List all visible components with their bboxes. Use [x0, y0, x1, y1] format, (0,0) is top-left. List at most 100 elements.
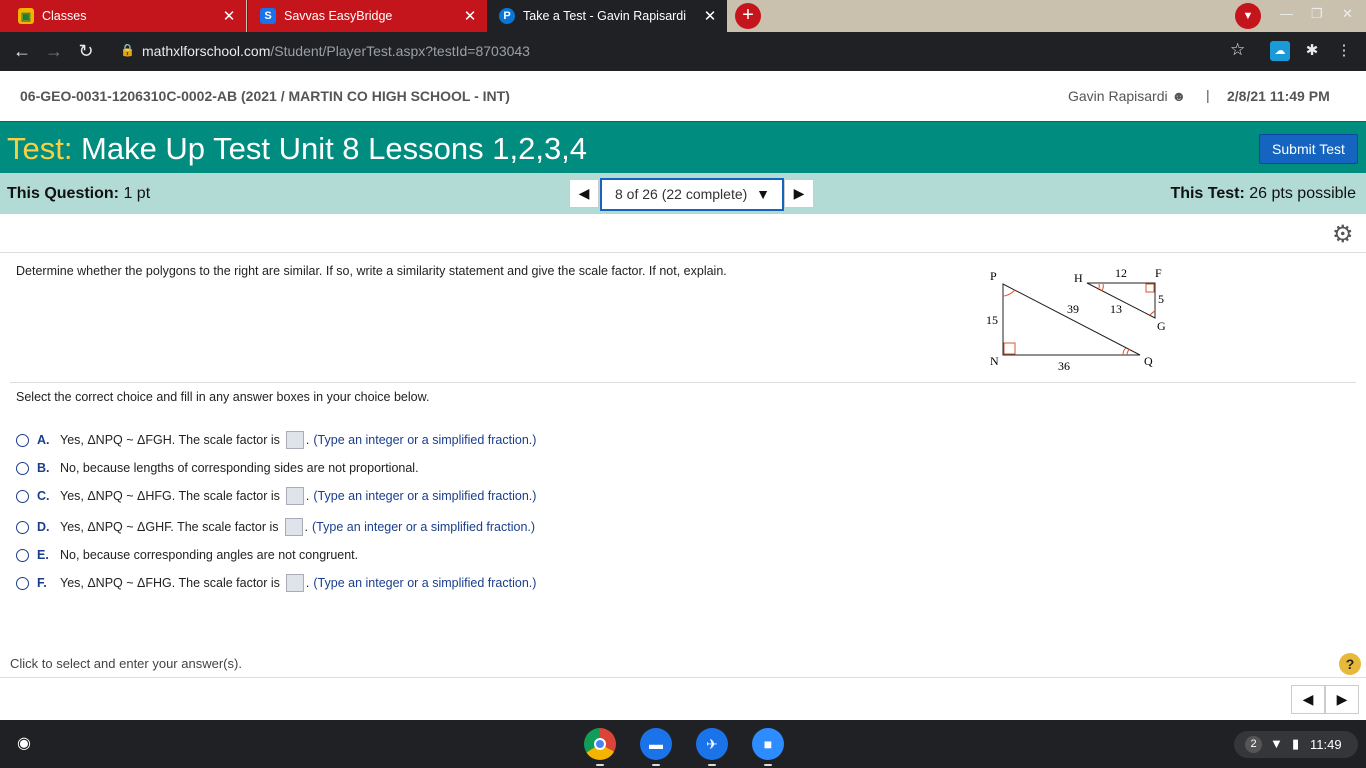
gear-icon[interactable]: ⚙	[1332, 220, 1354, 249]
close-icon[interactable]: ✕	[459, 7, 481, 25]
status-tray[interactable]: 2 ▼ ▮ 11:49	[1234, 731, 1358, 758]
tab-classes[interactable]: ▣ Classes ✕	[0, 0, 246, 32]
answer-box[interactable]	[285, 487, 304, 505]
pearson-icon: P	[499, 8, 515, 24]
app-icon[interactable]: ✈	[696, 728, 728, 760]
choice-d[interactable]: D. Yes, ΔNPQ ~ ΔGHF. The scale factor is…	[16, 516, 535, 538]
caret-down-icon: ▼	[756, 186, 770, 202]
cloud-extension-icon[interactable]: ☁	[1270, 41, 1290, 61]
choice-letter: F.	[37, 576, 47, 590]
choice-a[interactable]: A. Yes, ΔNPQ ~ ΔFGH. The scale factor is…	[16, 429, 536, 451]
new-tab-button[interactable]: +	[735, 3, 761, 29]
choice-f[interactable]: F. Yes, ΔNPQ ~ ΔFHG. The scale factor is…	[16, 572, 536, 594]
current-datetime: 2/8/21 11:49 PM	[1227, 88, 1330, 104]
submit-test-button[interactable]: Submit Test	[1259, 134, 1358, 164]
radio-f[interactable]	[16, 576, 29, 590]
choice-hint: (Type an integer or a simplified fractio…	[313, 433, 537, 447]
tab-take-a-test[interactable]: P Take a Test - Gavin Rapisardi ✕	[487, 0, 727, 32]
menu-icon[interactable]: ⋮	[1334, 41, 1354, 61]
choice-c[interactable]: C. Yes, ΔNPQ ~ ΔHFG. The scale factor is…	[16, 485, 536, 507]
close-icon[interactable]: ✕	[699, 7, 721, 25]
side-length-pn: 15	[986, 313, 998, 327]
radio-e[interactable]	[16, 548, 29, 562]
os-shelf: ◉ ▬ ✈ ■ 2 ▼ ▮ 11:49	[0, 720, 1366, 768]
maximize-icon[interactable]: ❐	[1311, 6, 1323, 22]
choice-text: Yes, ΔNPQ ~ ΔGHF. The scale factor is	[60, 520, 279, 534]
right-angle-mark	[1145, 283, 1155, 293]
choice-letter: D.	[37, 520, 50, 534]
address-bar[interactable]: 🔒 mathxlforschool.com/Student/PlayerTest…	[108, 36, 1258, 66]
vertex-label-h: H	[1074, 271, 1083, 285]
choice-text: Yes, ΔNPQ ~ ΔHFG. The scale factor is	[60, 489, 280, 503]
choice-text: No, because corresponding angles are not…	[60, 548, 359, 562]
question-selector[interactable]: 8 of 26 (22 complete) ▼	[600, 178, 784, 211]
choice-letter: E.	[37, 548, 49, 562]
question-bar: This Question: 1 pt ◀ 8 of 26 (22 comple…	[0, 173, 1366, 214]
choice-text: No, because lengths of corresponding sid…	[60, 461, 419, 475]
course-header: 06-GEO-0031-1206310C-0002-AB (2021 / MAR…	[0, 71, 1366, 121]
browser-toolbar: ← → ↻ 🔒 mathxlforschool.com/Student/Play…	[0, 32, 1366, 71]
choice-b[interactable]: B. No, because lengths of corresponding …	[16, 457, 419, 479]
launcher-icon[interactable]: ◉	[12, 732, 36, 756]
zoom-icon[interactable]: ■	[752, 728, 784, 760]
test-name: Make Up Test Unit 8 Lessons 1,2,3,4	[81, 131, 588, 166]
question-prompt: Determine whether the polygons to the ri…	[16, 264, 727, 278]
radio-a[interactable]	[16, 433, 29, 447]
bookmark-star-icon[interactable]: ☆	[1230, 40, 1245, 60]
radio-b[interactable]	[16, 461, 29, 475]
radio-c[interactable]	[16, 489, 29, 503]
divider	[0, 252, 1366, 253]
angle-mark-g	[1149, 310, 1156, 316]
puzzle-icon[interactable]: ✱	[1302, 41, 1322, 61]
vertex-label-f: F	[1155, 266, 1162, 280]
test-label: Test:	[7, 131, 73, 166]
previous-question-button[interactable]: ◀	[569, 179, 599, 208]
footer-previous-button[interactable]: ◀	[1291, 685, 1325, 714]
choice-text: Yes, ΔNPQ ~ ΔFGH. The scale factor is	[60, 433, 280, 447]
running-indicator	[708, 764, 716, 766]
running-indicator	[652, 764, 660, 766]
reload-icon[interactable]: ↻	[74, 40, 98, 64]
arrow-left-icon: ◀	[1302, 691, 1314, 707]
help-icon[interactable]: ?	[1339, 653, 1361, 675]
instruction-text: Select the correct choice and fill in an…	[16, 390, 430, 404]
close-icon[interactable]: ✕	[218, 7, 240, 25]
angle-mark-p	[1003, 289, 1016, 297]
profile-icon[interactable]: ▼	[1235, 3, 1261, 29]
choice-e[interactable]: E. No, because corresponding angles are …	[16, 544, 358, 566]
answer-box[interactable]	[285, 574, 304, 592]
running-indicator	[596, 764, 604, 766]
answer-box[interactable]	[284, 518, 303, 536]
minimize-icon[interactable]: —	[1280, 6, 1293, 21]
test-points: This Test: 26 pts possible	[1170, 185, 1356, 202]
files-icon[interactable]: ▬	[640, 728, 672, 760]
close-window-icon[interactable]: ✕	[1342, 6, 1353, 22]
radio-d[interactable]	[16, 520, 29, 534]
side-length-nq: 36	[1058, 359, 1070, 373]
chrome-icon[interactable]	[584, 728, 616, 760]
forward-icon[interactable]: →	[42, 40, 66, 64]
answer-box[interactable]	[285, 431, 304, 449]
wifi-icon: ▼	[1270, 736, 1283, 751]
running-indicator	[764, 764, 772, 766]
user-icon: ☻	[1171, 88, 1187, 104]
side-length-pq: 39	[1067, 302, 1079, 316]
lock-icon: 🔒	[120, 43, 135, 57]
triangles-figure: P N Q H F G 15 36 39 12 5 13	[986, 266, 1166, 373]
tab-savvas[interactable]: S Savvas EasyBridge ✕	[247, 0, 487, 32]
classroom-icon: ▣	[18, 8, 34, 24]
triangle-npq	[1002, 283, 1141, 356]
arrow-right-icon: ▶	[793, 185, 805, 201]
choice-letter: B.	[37, 461, 50, 475]
footer-hint: Click to select and enter your answer(s)…	[10, 656, 242, 671]
footer-next-button[interactable]: ▶	[1325, 685, 1359, 714]
back-icon[interactable]: ←	[10, 40, 34, 64]
choice-text: Yes, ΔNPQ ~ ΔFHG. The scale factor is	[60, 576, 280, 590]
tab-label: Take a Test - Gavin Rapisardi	[523, 9, 687, 23]
user-name[interactable]: Gavin Rapisardi ☻	[1068, 88, 1186, 104]
choice-hint: (Type an integer or a simplified fractio…	[312, 520, 536, 534]
question-points: This Question: 1 pt	[7, 185, 151, 202]
clock-time: 11:49	[1310, 737, 1342, 752]
side-length-hg: 13	[1110, 302, 1122, 316]
next-question-button[interactable]: ▶	[784, 179, 814, 208]
